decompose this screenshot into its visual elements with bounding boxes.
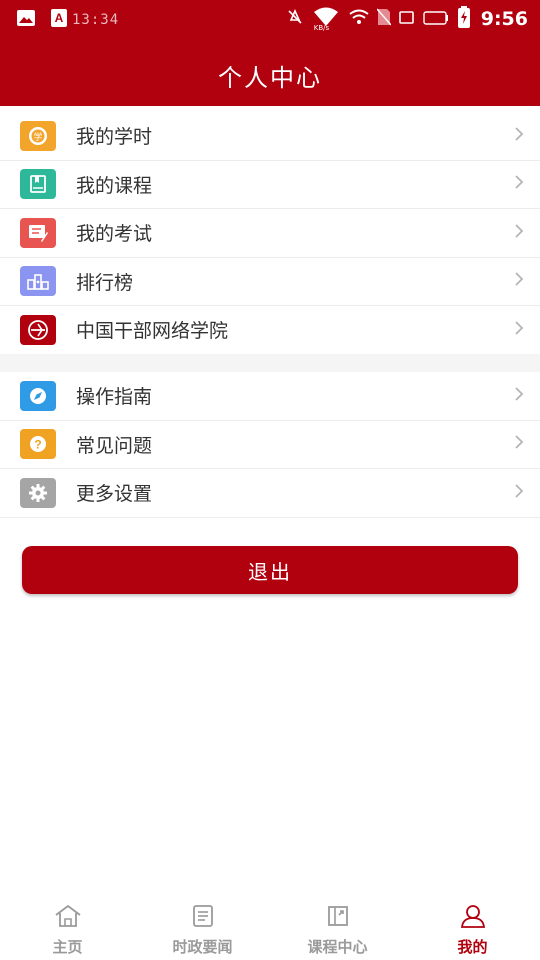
chevron-right-icon	[514, 271, 524, 291]
status-bar: A 13:34 KB/s 9:56	[0, 0, 540, 40]
menu-item-label: 我的学时	[76, 126, 153, 149]
bottom-tab-bar: 主页 时政要闻 课程中心 我的	[0, 898, 540, 960]
battery-charging-icon	[457, 6, 471, 32]
tab-label: 时政要闻	[172, 938, 233, 956]
ranking-icon	[20, 266, 56, 297]
battery-saver-icon	[398, 9, 415, 29]
menu-item-label: 更多设置	[76, 483, 153, 506]
section-separator	[0, 354, 540, 372]
menu-item-faq[interactable]: ? 常见问题	[0, 421, 540, 469]
study-hours-icon: 学	[20, 120, 56, 151]
compass-icon	[20, 380, 56, 411]
wifi-speed-icon: KB/s	[311, 6, 341, 32]
app-notification-icon: A	[50, 8, 68, 32]
menu-item-label: 中国干部网络学院	[76, 320, 229, 343]
exam-icon	[20, 217, 56, 248]
menu-item-more-settings[interactable]: 更多设置	[0, 469, 540, 518]
status-time: 9:56	[480, 8, 528, 30]
menu-item-my-study-hours[interactable]: 学 我的学时	[0, 112, 540, 161]
alarm-off-icon	[287, 9, 303, 29]
app-header: A 13:34 KB/s 9:56 个人中心	[0, 0, 540, 106]
course-center-icon	[326, 904, 350, 932]
tab-course-center[interactable]: 课程中心	[270, 904, 405, 960]
svg-text:A: A	[55, 11, 64, 25]
chevron-right-icon	[514, 434, 524, 454]
menu-item-my-exams[interactable]: 我的考试	[0, 209, 540, 258]
chevron-right-icon	[514, 174, 524, 194]
college-logo-icon	[20, 314, 56, 345]
status-secondary-time: 13:34	[72, 12, 120, 28]
menu-item-operation-guide[interactable]: 操作指南	[0, 372, 540, 421]
chevron-right-icon	[514, 386, 524, 406]
chevron-right-icon	[514, 483, 524, 503]
question-icon: ?	[20, 429, 56, 460]
network-speed-unit: KB/s	[313, 24, 330, 32]
menu-item-ranking[interactable]: 排行榜	[0, 258, 540, 306]
no-sim-icon	[376, 8, 392, 30]
tab-label: 主页	[52, 938, 83, 956]
secondary-menu: 操作指南 ? 常见问题 更多设置	[0, 372, 540, 518]
primary-menu: 学 我的学时 我的课程 我的考试 排行榜 中国干部网络学院	[0, 112, 540, 355]
menu-item-cadre-online-college[interactable]: 中国干部网络学院	[0, 306, 540, 355]
menu-item-my-courses[interactable]: 我的课程	[0, 161, 540, 209]
tab-news[interactable]: 时政要闻	[135, 904, 270, 960]
menu-item-label: 我的考试	[76, 223, 153, 246]
chevron-right-icon	[514, 126, 524, 146]
chevron-right-icon	[514, 320, 524, 340]
tab-home[interactable]: 主页	[0, 904, 135, 960]
tab-label: 我的	[457, 938, 488, 956]
page-title: 个人中心	[218, 64, 322, 92]
svg-text:?: ?	[34, 438, 41, 452]
tab-label: 课程中心	[307, 938, 368, 956]
menu-item-label: 常见问题	[76, 434, 153, 457]
home-icon	[53, 904, 83, 932]
profile-icon	[460, 904, 486, 932]
gear-icon	[20, 477, 56, 508]
chevron-right-icon	[514, 223, 524, 243]
wifi-icon	[349, 9, 369, 29]
menu-item-label: 我的课程	[76, 174, 153, 197]
book-icon	[20, 169, 56, 200]
battery-outline-icon	[423, 10, 449, 29]
logout-button[interactable]: 退出	[22, 546, 518, 594]
svg-text:学: 学	[33, 131, 42, 143]
tab-mine[interactable]: 我的	[405, 904, 540, 960]
gallery-icon	[16, 8, 36, 32]
menu-item-label: 操作指南	[76, 386, 153, 409]
menu-item-label: 排行榜	[76, 271, 134, 294]
news-icon	[191, 904, 215, 932]
